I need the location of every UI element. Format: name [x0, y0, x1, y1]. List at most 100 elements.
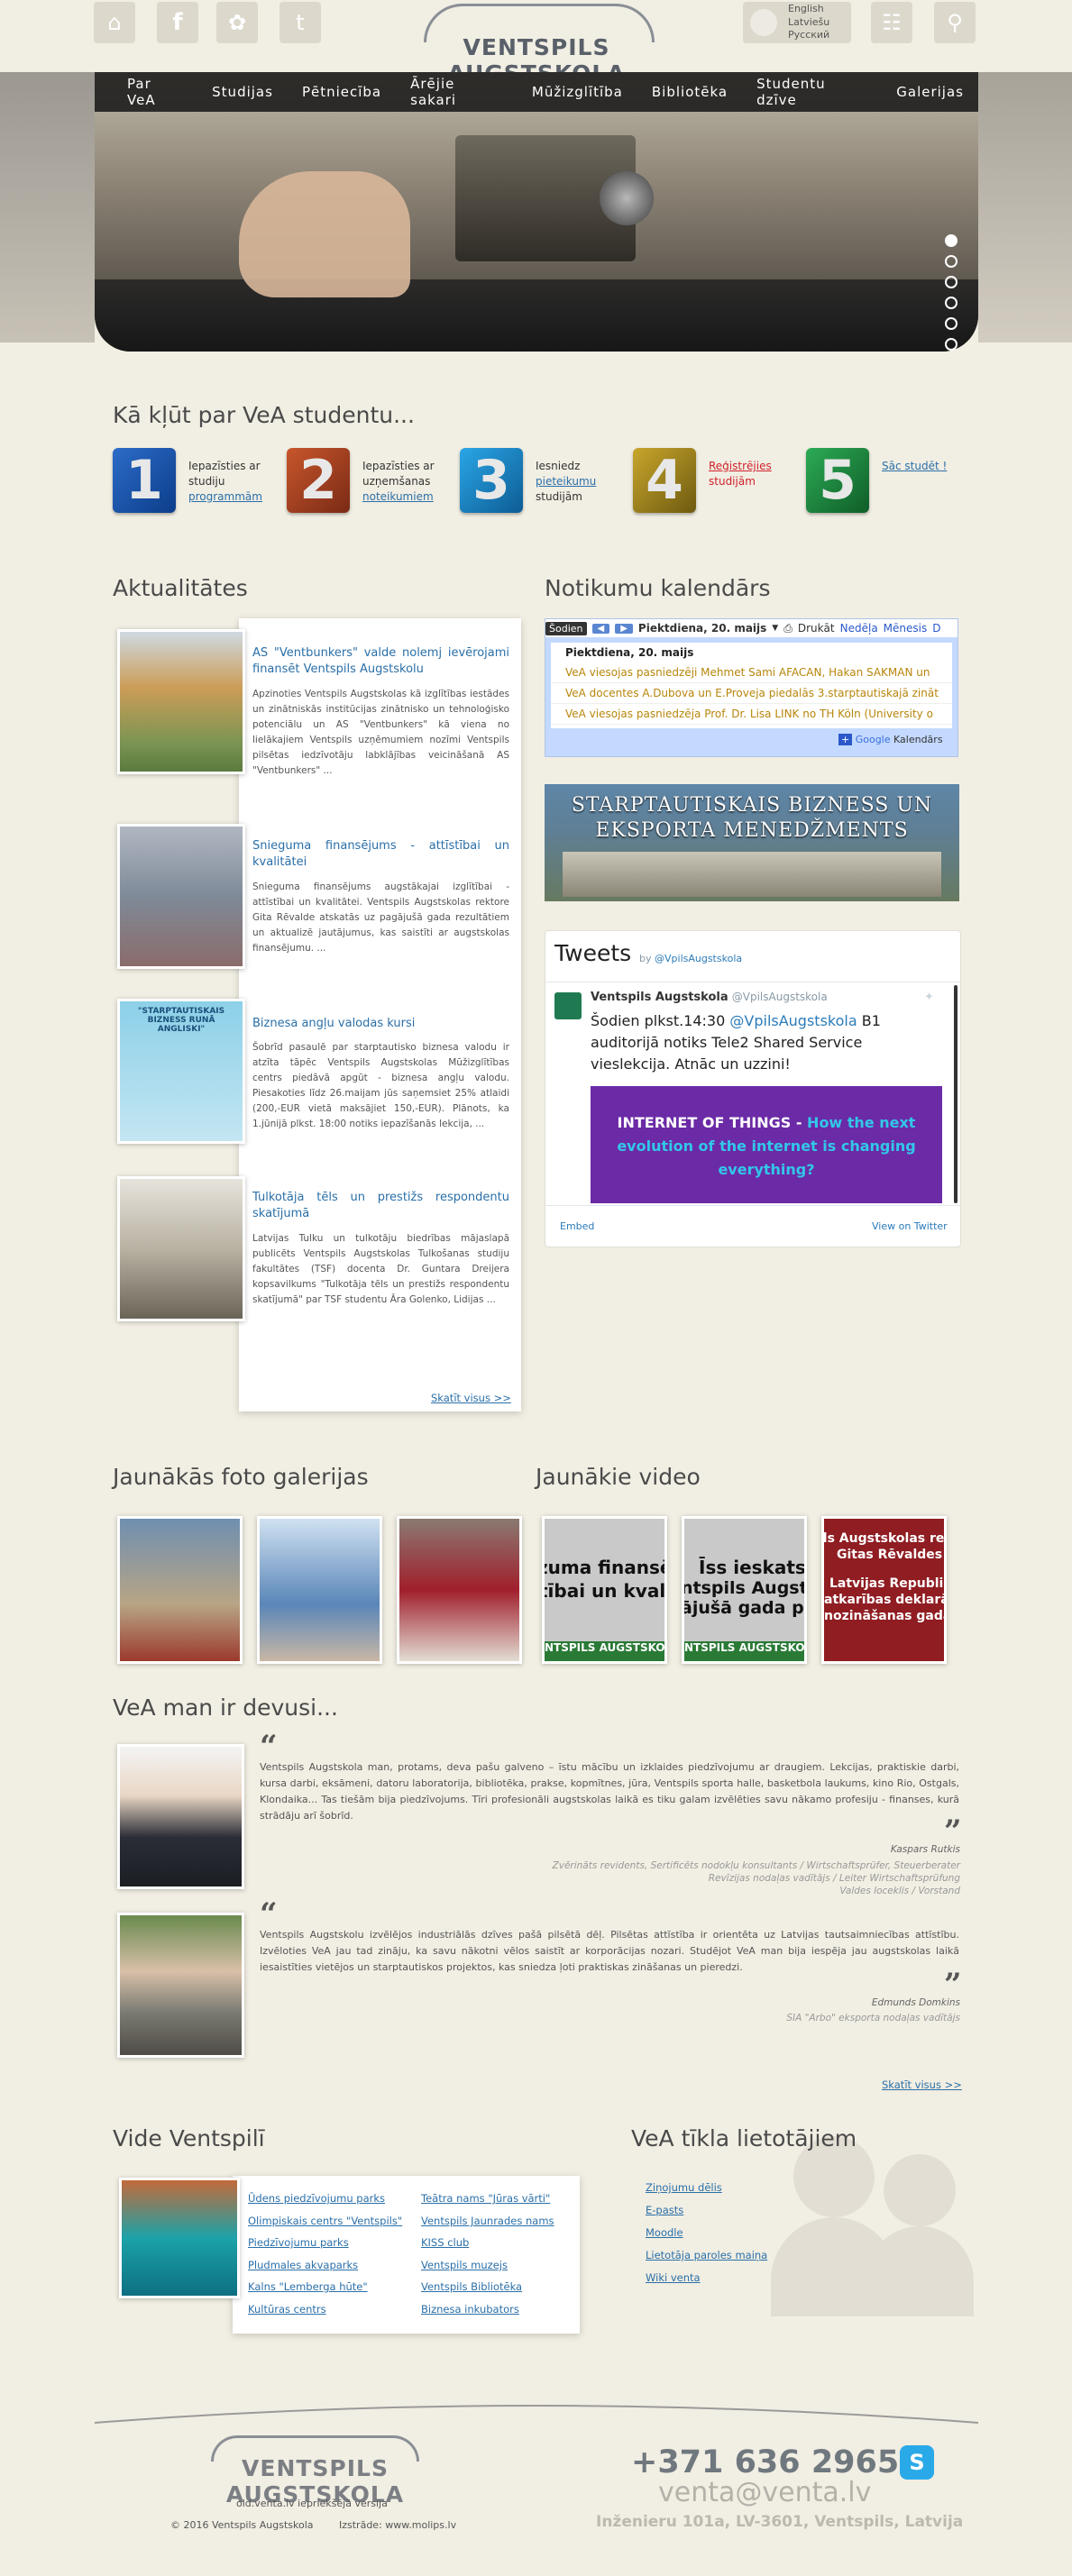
calendar-event[interactable]: VeA docentes A.Dubova un E.Proveja pieda…: [551, 683, 952, 704]
sitemap-icon[interactable]: ☷: [871, 2, 912, 43]
print-icon[interactable]: ⎙: [783, 622, 793, 635]
step-link[interactable]: Sāc studēt !: [882, 460, 947, 472]
today-button[interactable]: Šodien: [545, 621, 587, 635]
slider-dot[interactable]: [945, 234, 957, 247]
news-thumbnail[interactable]: [117, 824, 245, 969]
business-banner[interactable]: STARPTAUTISKAIS BIZNESS UN EKSPORTA MENE…: [545, 784, 959, 901]
month-view-tab[interactable]: Mēnesis: [884, 622, 928, 635]
tweet-text: Šodien plkst.14:30: [591, 1012, 726, 1029]
google-calendar: Šodien ◀ ▶ Piektdiena, 20. maijs ▼ ⎙ Druk…: [545, 618, 958, 757]
twitter-bird-icon: ✦: [924, 991, 934, 1004]
nav-muzizglitiba[interactable]: Mūžizglītība: [518, 84, 637, 100]
twitter-widget: Tweets by @VpilsAugstskola Ventspils Aug…: [545, 930, 961, 1247]
news-thumbnail[interactable]: [117, 629, 245, 774]
footer-phone[interactable]: +371 636 29657: [631, 2444, 921, 2480]
gallery-thumbnail[interactable]: [117, 1516, 243, 1664]
tweet-handle[interactable]: @VpilsAugstskola: [732, 991, 828, 1003]
skype-icon[interactable]: S: [900, 2445, 934, 2480]
news-item-title[interactable]: Tulkotāja tēls un prestižs respondentu s…: [252, 1190, 509, 1222]
slider-dot[interactable]: [945, 255, 957, 268]
testimonials-view-all-link[interactable]: Skatīt visus >>: [882, 2078, 962, 2091]
calendar-event[interactable]: VeA viesojas pasniedzēji Mehmet Sami AFA…: [551, 662, 952, 683]
tweet-mention[interactable]: @VpilsAugstskola: [729, 1012, 857, 1029]
slider-dot[interactable]: [945, 317, 957, 330]
slider-dot[interactable]: [945, 297, 957, 309]
twitter-scrollbar[interactable]: [954, 985, 957, 1203]
next-arrow-icon[interactable]: ▶: [615, 623, 633, 634]
twitter-by-handle[interactable]: @VpilsAugstskola: [655, 953, 742, 964]
week-view-tab[interactable]: Nedēļa: [840, 622, 878, 635]
gallery-thumbnail[interactable]: [257, 1516, 382, 1664]
news-thumbnail[interactable]: "STARPTAUTISKAIS BIZNESS RUNĀ ANGLISKI": [117, 999, 245, 1144]
google-calendar-badge[interactable]: + Google Kalendārs: [838, 734, 943, 745]
vide-link[interactable]: Piedzīvojumu parks: [248, 2236, 349, 2249]
lang-latvian[interactable]: Latviešu: [788, 16, 829, 28]
draugiem-icon[interactable]: ✿: [216, 2, 258, 43]
vide-link[interactable]: Biznesa inkubators: [421, 2303, 519, 2316]
footer-logo[interactable]: VENTSPILS AUGSTSKOLA: [200, 2434, 430, 2507]
news-view-all-link[interactable]: Skatīt visus >>: [431, 1392, 511, 1404]
vide-link[interactable]: Ventspils Bibliotēka: [421, 2280, 522, 2293]
prev-arrow-icon[interactable]: ◀: [591, 623, 610, 634]
vide-link[interactable]: Ūdens piedzīvojumu parks: [248, 2192, 385, 2205]
calendar-event[interactable]: VeA viesojas pasniedzēja Prof. Dr. Lisa …: [551, 704, 952, 725]
hero-slider[interactable]: [95, 72, 978, 352]
slider-dot[interactable]: [945, 276, 957, 288]
network-link[interactable]: Lietotāja paroles maiņa: [646, 2249, 767, 2261]
nav-galerijas[interactable]: Galerijas: [882, 84, 978, 100]
nav-arejie-sakari[interactable]: Ārējie sakari: [396, 76, 518, 108]
video-thumb-text: ils Augstskolas rek: [821, 1531, 947, 1546]
step-link[interactable]: Reģistrējies: [709, 460, 772, 472]
home-icon[interactable]: ⌂: [94, 2, 135, 43]
twitter-view-link[interactable]: View on Twitter: [872, 1220, 948, 1232]
vide-link[interactable]: KISS club: [421, 2236, 469, 2249]
step-link[interactable]: pieteikumu: [536, 475, 596, 488]
news-thumbnail[interactable]: [117, 1176, 245, 1321]
vide-link[interactable]: Ventspils Jaunrades nams: [421, 2215, 554, 2227]
print-button[interactable]: Drukāt: [798, 622, 835, 635]
lang-english[interactable]: English: [788, 3, 824, 14]
vide-link[interactable]: Pludmales akvaparks: [248, 2259, 358, 2271]
nav-studijas[interactable]: Studijas: [197, 84, 288, 100]
vide-link[interactable]: Ventspils muzejs: [421, 2259, 508, 2271]
video-thumbnail[interactable]: ils Augstskolas rek Gitas Rēvaldes Latvi…: [821, 1516, 947, 1664]
search-icon[interactable]: ⚲: [934, 2, 976, 43]
logo[interactable]: VENTSPILS AUGSTSKOLA: [397, 0, 676, 87]
old-site-link[interactable]: old.venta.lv iepriekšējā versija: [236, 2498, 388, 2509]
avatar[interactable]: [554, 992, 582, 1019]
dropdown-icon[interactable]: ▼: [772, 624, 778, 633]
video-thumbnail[interactable]: Īss ieskats ntspils Augstsko ājušā gada …: [682, 1516, 807, 1664]
lang-russian[interactable]: Русский: [788, 29, 829, 41]
network-link[interactable]: Moodle: [646, 2226, 683, 2239]
tweet-user[interactable]: Ventspils Augstskola: [591, 991, 728, 1004]
nav-petnieciba[interactable]: Pētniecība: [288, 84, 396, 100]
network-link[interactable]: E-pasts: [646, 2204, 683, 2216]
step-link[interactable]: programmām: [188, 490, 262, 503]
step-4: 4 Reģistrējies studijām: [633, 448, 804, 520]
network-link[interactable]: Ziņojumu dēlis: [646, 2181, 722, 2194]
gallery-thumbnail[interactable]: [397, 1516, 522, 1664]
twitter-embed-link[interactable]: Embed: [560, 1220, 594, 1232]
video-thumbnail[interactable]: zuma finansēj tībai un kvalit NTSPILS AU…: [542, 1516, 667, 1664]
network-link[interactable]: Wiki venta: [646, 2271, 701, 2284]
vide-link[interactable]: Olimpiskais centrs "Ventspils": [248, 2215, 402, 2227]
facebook-icon[interactable]: f: [157, 2, 198, 43]
vide-link[interactable]: Kultūras centrs: [248, 2303, 326, 2316]
nav-studentu-dzive[interactable]: Studentu dzīve: [742, 76, 882, 108]
twitter-icon[interactable]: t: [279, 2, 321, 43]
news-item-title[interactable]: AS "Ventbunkers" valde nolemj ievērojami…: [252, 645, 509, 678]
made-by-link[interactable]: Izstrāde: www.molips.lv: [339, 2519, 456, 2531]
news-item-title[interactable]: Snieguma finansējums - attīstībai un kva…: [252, 838, 509, 871]
vide-link[interactable]: Teātra nams "Jūras vārti": [421, 2192, 550, 2205]
nav-biblioteka[interactable]: Bibliotēka: [637, 84, 742, 100]
vide-link[interactable]: Kalns "Lemberga hūte": [248, 2280, 368, 2293]
footer-email[interactable]: venta@venta.lv: [658, 2477, 871, 2508]
step-link[interactable]: noteikumiem: [362, 490, 434, 503]
news-item-title[interactable]: Biznesa angļu valodas kursi: [252, 1016, 509, 1032]
agenda-view-tab[interactable]: D: [932, 622, 940, 635]
nav-par-vea[interactable]: Par VeA: [95, 76, 197, 108]
slider-dot[interactable]: [945, 338, 957, 351]
footer-divider: [95, 2405, 978, 2424]
tweet-media-card[interactable]: INTERNET OF THINGS - How the next evolut…: [591, 1086, 942, 1203]
slider-side-left: [0, 72, 95, 343]
